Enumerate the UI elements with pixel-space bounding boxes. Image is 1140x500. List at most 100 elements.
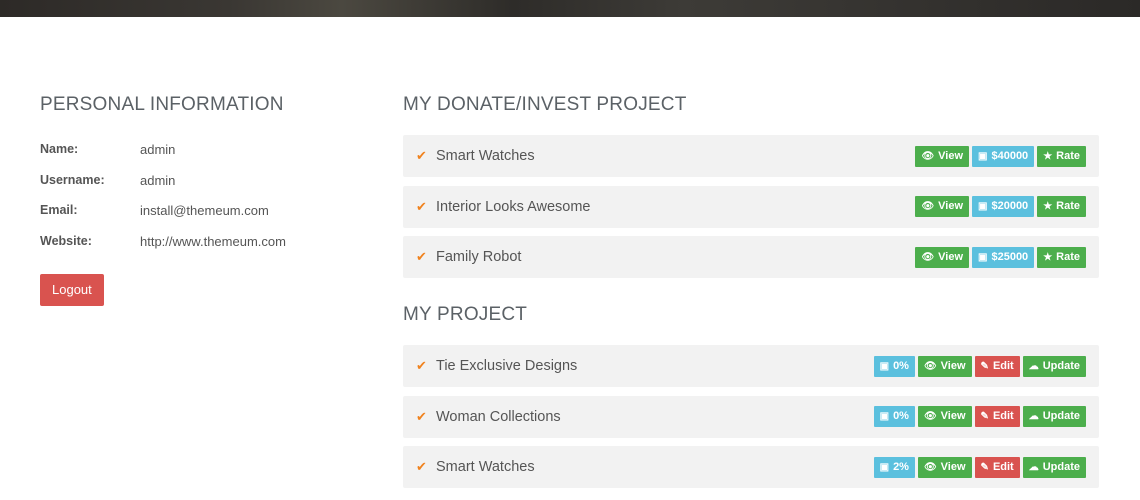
list-item: ✔ Interior Looks Awesome 👁 View ▣ $20000 ★… — [403, 185, 1099, 228]
edit-button-label: Edit — [992, 359, 1014, 372]
view-button-label: View — [940, 410, 966, 422]
my-project-section-title: MY PROJECT — [403, 304, 528, 325]
view-button[interactable]: 👁 View — [915, 246, 970, 268]
money-icon: ▣ — [879, 360, 890, 372]
view-button-label: View — [940, 359, 966, 372]
amount-label: $25000 — [991, 250, 1029, 263]
personal-information-panel: PERSONAL INFORMATION Name: admin Usernam… — [40, 94, 370, 306]
info-label: Website: — [40, 233, 92, 248]
view-button[interactable]: 👁 View — [915, 196, 970, 217]
list-item: ✔ Smart Watches 👁 View ▣ $40000 ★ Rate — [403, 135, 1099, 177]
info-row-name: Name: admin — [40, 142, 370, 173]
star-icon: ★ — [1043, 251, 1053, 263]
eye-icon: 👁 — [923, 461, 937, 473]
edit-button[interactable]: ✎ Edit — [974, 456, 1020, 478]
view-button-label: View — [940, 460, 966, 473]
update-button[interactable]: ☁ Update — [1022, 406, 1086, 427]
rate-button[interactable]: ★ Rate — [1037, 145, 1086, 167]
info-label: Username: — [40, 172, 105, 187]
info-label: Email: — [40, 203, 78, 217]
cloud-upload-icon: ☁ — [1028, 411, 1039, 422]
info-value: admin — [140, 142, 176, 157]
rate-button[interactable]: ★ Rate — [1037, 246, 1086, 268]
rate-button-label: Rate — [1056, 250, 1080, 263]
edit-button[interactable]: ✎ Edit — [974, 406, 1020, 427]
view-button-label: View — [938, 149, 964, 162]
donate-section-title: MY DONATE/INVEST PROJECT — [403, 94, 687, 115]
eye-icon: 👁 — [923, 360, 937, 372]
donate-project-list: ✔ Smart Watches 👁 View ▣ $40000 ★ Rate ✔ In… — [403, 135, 1099, 278]
money-icon: ▣ — [978, 251, 988, 263]
check-icon: ✔ — [416, 148, 427, 163]
pencil-icon: ✎ — [980, 411, 989, 422]
project-name: Woman Collections — [436, 408, 561, 425]
rate-button-label: Rate — [1056, 149, 1080, 162]
cloud-upload-icon: ☁ — [1028, 360, 1039, 372]
money-icon: ▣ — [879, 461, 890, 473]
list-item: ✔ Woman Collections ▣ 0% 👁 View ✎ Edit ☁ Upd… — [403, 395, 1099, 438]
percent-label: 2% — [893, 460, 909, 473]
check-icon: ✔ — [416, 459, 427, 474]
check-icon: ✔ — [416, 198, 427, 214]
info-value: http://www.themeum.com — [140, 233, 286, 249]
my-project-list: ✔ Tie Exclusive Designs ▣ 0% 👁 View ✎ Edit … — [403, 345, 1099, 488]
star-icon: ★ — [1043, 201, 1053, 212]
view-button-label: View — [938, 250, 964, 263]
header-banner — [0, 0, 1140, 17]
view-button[interactable]: 👁 View — [917, 456, 972, 478]
amount-label: $20000 — [991, 200, 1029, 212]
project-name: Interior Looks Awesome — [436, 198, 591, 215]
info-value: install@themeum.com — [140, 203, 269, 218]
list-item: ✔ Smart Watches ▣ 2% 👁 View ✎ Edit ☁ Update — [403, 446, 1099, 488]
view-button[interactable]: 👁 View — [915, 145, 970, 167]
eye-icon: 👁 — [921, 201, 935, 212]
cloud-upload-icon: ☁ — [1028, 461, 1039, 473]
star-icon: ★ — [1043, 150, 1053, 162]
edit-button[interactable]: ✎ Edit — [974, 355, 1020, 377]
money-icon: ▣ — [978, 201, 988, 212]
update-button[interactable]: ☁ Update — [1022, 355, 1086, 377]
percent-badge[interactable]: ▣ 2% — [873, 456, 915, 478]
check-icon: ✔ — [416, 408, 427, 424]
view-button-label: View — [938, 200, 964, 212]
eye-icon: 👁 — [921, 150, 935, 162]
view-button[interactable]: 👁 View — [917, 355, 972, 377]
project-name: Smart Watches — [436, 148, 535, 164]
rate-button[interactable]: ★ Rate — [1037, 196, 1086, 217]
edit-button-label: Edit — [992, 410, 1014, 422]
info-row-email: Email: install@themeum.com — [40, 203, 370, 234]
personal-info-table: Name: admin Username: admin Email: insta… — [40, 142, 370, 264]
update-button-label: Update — [1042, 359, 1080, 372]
amount-label: $40000 — [991, 149, 1029, 162]
check-icon: ✔ — [416, 249, 427, 264]
amount-button[interactable]: ▣ $20000 — [972, 196, 1035, 217]
eye-icon: 👁 — [921, 251, 935, 263]
percent-badge[interactable]: ▣ 0% — [873, 406, 915, 427]
info-row-username: Username: admin — [40, 173, 370, 204]
info-value: admin — [140, 172, 176, 188]
update-button-label: Update — [1042, 410, 1080, 422]
view-button[interactable]: 👁 View — [917, 406, 972, 427]
money-icon: ▣ — [978, 150, 988, 162]
project-name: Family Robot — [436, 249, 522, 265]
list-item: ✔ Family Robot 👁 View ▣ $25000 ★ Rate — [403, 236, 1099, 278]
amount-button[interactable]: ▣ $40000 — [972, 145, 1035, 167]
percent-label: 0% — [893, 410, 909, 422]
money-icon: ▣ — [879, 411, 890, 422]
info-label: Name: — [40, 142, 79, 156]
logout-button[interactable]: Logout — [40, 274, 104, 306]
rate-button-label: Rate — [1056, 200, 1080, 212]
projects-panel: MY DONATE/INVEST PROJECT ✔ Smart Watches… — [403, 94, 1099, 497]
percent-badge[interactable]: ▣ 0% — [873, 355, 915, 377]
edit-button-label: Edit — [992, 460, 1014, 473]
check-icon: ✔ — [416, 358, 427, 373]
percent-label: 0% — [893, 359, 909, 372]
pencil-icon: ✎ — [980, 461, 989, 473]
update-button-label: Update — [1042, 460, 1080, 473]
list-item: ✔ Tie Exclusive Designs ▣ 0% 👁 View ✎ Edit … — [403, 345, 1099, 387]
update-button[interactable]: ☁ Update — [1022, 456, 1086, 478]
pencil-icon: ✎ — [980, 360, 989, 372]
amount-button[interactable]: ▣ $25000 — [972, 246, 1035, 268]
eye-icon: 👁 — [923, 411, 937, 422]
project-name: Tie Exclusive Designs — [436, 358, 578, 374]
